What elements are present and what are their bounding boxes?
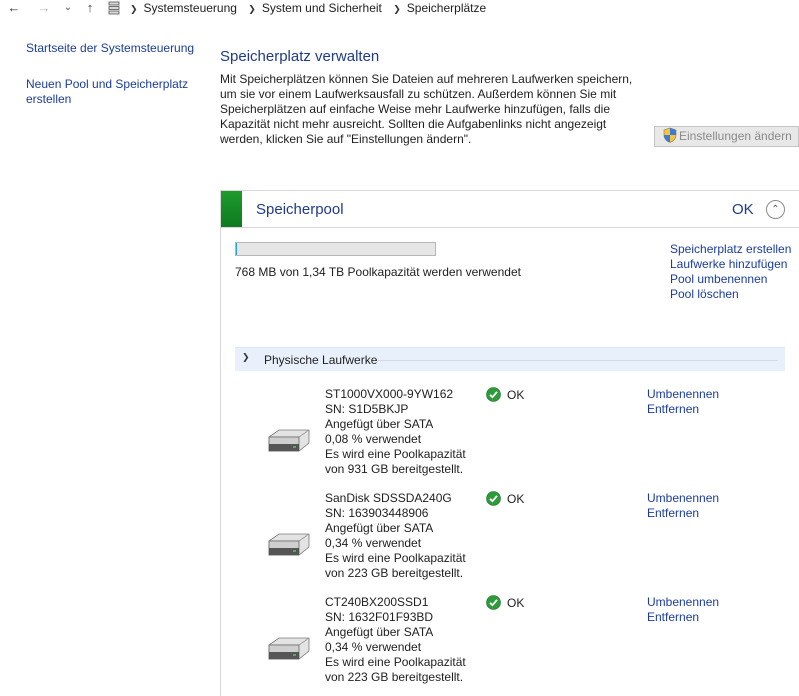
rename-drive-link[interactable]: Umbenennen <box>647 595 767 610</box>
remove-drive-link[interactable]: Entfernen <box>647 506 767 521</box>
drive-actions: Umbenennen Entfernen <box>647 491 767 521</box>
section-title: Physische Laufwerke <box>264 353 378 367</box>
hard-drive-icon <box>268 429 310 452</box>
drive-row: SanDisk SDSSDA240G SN: 163903448906 Ange… <box>221 491 799 595</box>
remove-drive-link[interactable]: Entfernen <box>647 610 767 625</box>
drive-info: CT240BX200SSD1 SN: 1632F01F93BD Angefügt… <box>325 595 485 685</box>
drive-serial: SN: 1632F01F93BD <box>325 610 434 624</box>
drive-row: ST1000VX000-9YW162 SN: S1D5BKJP Angefügt… <box>221 387 799 491</box>
breadcrumb-item-speicherplaetze[interactable]: Speicherplätze <box>407 1 486 15</box>
new-pool-link[interactable]: Neuen Pool und Speicherplatz erstellen <box>26 77 196 107</box>
ok-check-icon <box>486 595 501 610</box>
breadcrumb-item-system-und-sicherheit[interactable]: System und Sicherheit <box>262 1 382 15</box>
address-bar: ← → ⌄ ↑ ❯ Systemsteuerung ❯ System und Sic… <box>0 0 799 17</box>
physical-drives-section-header[interactable]: ❯ Physische Laufwerke <box>235 347 785 371</box>
hard-drive-icon <box>268 637 310 660</box>
drive-connection: Angefügt über SATA <box>325 417 434 431</box>
ok-check-icon <box>486 491 501 506</box>
drive-capacity-line2: von 223 GB bereitgestellt. <box>325 566 464 580</box>
drive-capacity-line1: Es wird eine Poolkapazität <box>325 551 466 565</box>
collapse-chevron-icon[interactable]: ⌃ <box>766 200 785 219</box>
rename-drive-link[interactable]: Umbenennen <box>647 387 767 402</box>
drive-serial: SN: S1D5BKJP <box>325 402 409 416</box>
rename-drive-link[interactable]: Umbenennen <box>647 491 767 506</box>
drive-info: SanDisk SDSSDA240G SN: 163903448906 Ange… <box>325 491 485 581</box>
ok-check-icon <box>486 387 501 402</box>
drive-info: ST1000VX000-9YW162 SN: S1D5BKJP Angefügt… <box>325 387 485 477</box>
pool-usage-bar <box>235 242 436 256</box>
add-drives-link[interactable]: Laufwerke hinzufügen <box>670 257 795 272</box>
drive-used: 0,34 % verwendet <box>325 536 422 550</box>
breadcrumb-chevron-icon: ❯ <box>130 4 138 14</box>
pool-header: Speicherpool OK ⌃ <box>221 191 799 228</box>
hard-drive-icon <box>268 533 310 556</box>
change-settings-label: Einstellungen ändern <box>679 129 792 143</box>
drive-status: OK <box>486 595 524 611</box>
drive-status-label: OK <box>507 492 525 506</box>
pool-name: Speicherpool <box>256 201 344 218</box>
section-divider <box>378 360 778 361</box>
drive-actions: Umbenennen Entfernen <box>647 387 767 417</box>
pool-status: OK <box>732 201 754 218</box>
drive-capacity-line1: Es wird eine Poolkapazität <box>325 447 466 461</box>
drive-connection: Angefügt über SATA <box>325 625 434 639</box>
drive-used: 0,34 % verwendet <box>325 640 422 654</box>
rename-pool-link[interactable]: Pool umbenennen <box>670 272 795 287</box>
drive-status: OK <box>486 491 524 507</box>
drive-status: OK <box>486 387 524 403</box>
forward-arrow-icon[interactable]: → <box>36 0 52 17</box>
delete-pool-link[interactable]: Pool löschen <box>670 287 795 302</box>
change-settings-button[interactable]: Einstellungen ändern <box>654 126 799 147</box>
breadcrumb: ❯ Systemsteuerung ❯ System und Sicherheit … <box>130 1 494 16</box>
drive-model: ST1000VX000-9YW162 <box>325 387 454 401</box>
pool-tasks: Speicherplatz erstellen Laufwerke hinzuf… <box>670 242 795 302</box>
drive-status-label: OK <box>507 596 525 610</box>
drive-used: 0,08 % verwendet <box>325 432 422 446</box>
drive-status-label: OK <box>507 388 525 402</box>
intro-text: Mit Speicherplätzen können Sie Dateien a… <box>220 72 633 146</box>
up-arrow-icon[interactable]: ↑ <box>82 0 98 17</box>
control-panel-icon <box>108 1 120 15</box>
control-panel-home-link[interactable]: Startseite der Systemsteuerung <box>26 41 194 56</box>
drive-row: CT240BX200SSD1 SN: 1632F01F93BD Angefügt… <box>221 595 799 696</box>
breadcrumb-chevron-icon: ❯ <box>248 4 256 14</box>
remove-drive-link[interactable]: Entfernen <box>647 402 767 417</box>
pool-health-bar <box>221 191 242 227</box>
storage-pool-panel: Speicherpool OK ⌃ 768 MB von 1,34 TB Poo… <box>220 190 799 696</box>
recent-locations-chevron-icon[interactable]: ⌄ <box>62 0 74 17</box>
pool-usage-text: 768 MB von 1,34 TB Poolkapazität werden … <box>235 265 521 279</box>
drive-capacity-line2: von 931 GB bereitgestellt. <box>325 462 464 476</box>
drive-capacity-line2: von 223 GB bereitgestellt. <box>325 670 464 684</box>
drive-serial: SN: 163903448906 <box>325 506 429 520</box>
drive-capacity-line1: Es wird eine Poolkapazität <box>325 655 466 669</box>
create-space-link[interactable]: Speicherplatz erstellen <box>670 242 795 257</box>
breadcrumb-item-systemsteuerung[interactable]: Systemsteuerung <box>144 1 237 15</box>
drive-connection: Angefügt über SATA <box>325 521 434 535</box>
uac-shield-icon <box>663 127 677 143</box>
chevron-down-icon: ❯ <box>242 352 250 362</box>
drive-model: CT240BX200SSD1 <box>325 595 429 609</box>
drive-actions: Umbenennen Entfernen <box>647 595 767 625</box>
breadcrumb-chevron-icon: ❯ <box>393 4 401 14</box>
back-arrow-icon[interactable]: ← <box>6 0 22 17</box>
drive-model: SanDisk SDSSDA240G <box>325 491 452 505</box>
page-title: Speicherplatz verwalten <box>220 48 380 65</box>
